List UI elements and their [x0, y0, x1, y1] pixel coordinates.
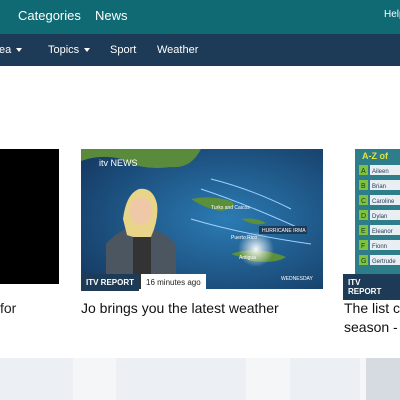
content-tile[interactable] [366, 358, 400, 400]
az-name: Gertrude [372, 259, 396, 265]
report-badge-weather: ITV REPORT [81, 274, 140, 291]
card-title-weather[interactable]: Jo brings you the latest weather [81, 300, 279, 316]
map-day-label: WEDNESDAY [281, 276, 314, 282]
weather-map-illustration: itv NEWS Turks and Caicos Puerto Rico An… [81, 149, 323, 289]
chevron-down-icon [16, 48, 23, 52]
content-tile[interactable] [116, 358, 246, 400]
az-letter: F [361, 243, 365, 250]
az-letter: D [361, 213, 366, 220]
subnav-topics[interactable]: Topics [48, 44, 91, 56]
chevron-down-icon [84, 48, 91, 52]
itv-news-logo: itv NEWS [99, 158, 138, 168]
map-label-turks: Turks and Caicos [211, 205, 250, 211]
az-name: Aileen [372, 169, 389, 175]
secondary-navigation-bar: Area Topics Sport Weather [0, 34, 400, 66]
az-list-illustration: A-Z of A Aileen B Brian C Caroline D Dylan E Elea… [355, 149, 400, 289]
nav-help[interactable]: Help [384, 9, 400, 20]
subnav-sport-label: Sport [110, 44, 137, 56]
card-title-list-line1[interactable]: The list c [344, 300, 400, 316]
nav-categories[interactable]: Categories [18, 8, 81, 23]
subnav-sport[interactable]: Sport [110, 44, 136, 56]
az-letter: G [361, 258, 366, 265]
content-tile[interactable] [0, 358, 73, 400]
az-letter: E [361, 228, 366, 235]
az-name: Eleanor [372, 229, 393, 235]
timestamp-weather: 16 minutes ago [141, 274, 206, 291]
map-label-antigua: Antigua [239, 255, 256, 261]
subnav-area-label: Area [0, 44, 12, 56]
az-letter: B [361, 183, 366, 190]
subnav-weather[interactable]: Weather [157, 44, 198, 56]
card-title-left[interactable]: for [0, 300, 16, 316]
subnav-area[interactable]: Area [0, 44, 23, 56]
card-title-list-line2[interactable]: season - [344, 319, 398, 335]
az-letter: A [361, 168, 366, 175]
subnav-weather-label: Weather [157, 44, 199, 56]
map-label-hurricane: HURRICANE IRMA [262, 228, 306, 234]
nav-news[interactable]: News [95, 8, 128, 23]
subnav-topics-label: Topics [48, 44, 80, 56]
az-heading: A-Z of [362, 151, 389, 161]
report-badge-list: ITV REPORT [343, 274, 400, 300]
az-name: Fionn [372, 244, 387, 250]
content-strip [0, 358, 400, 400]
weather-video-thumbnail[interactable]: itv NEWS Turks and Caicos Puerto Rico An… [81, 149, 323, 289]
az-name: Dylan [372, 214, 387, 220]
az-list-thumbnail[interactable]: A-Z of A Aileen B Brian C Caroline D Dylan E Elea… [355, 149, 400, 289]
az-letter: C [361, 198, 366, 205]
content-tile[interactable] [290, 358, 360, 400]
az-name: Brian [372, 184, 386, 190]
top-navigation-bar: Categories News Help [0, 0, 400, 34]
az-name: Caroline [372, 199, 395, 205]
card-image-left[interactable] [0, 149, 59, 284]
map-label-puerto-rico: Puerto Rico [231, 235, 257, 241]
